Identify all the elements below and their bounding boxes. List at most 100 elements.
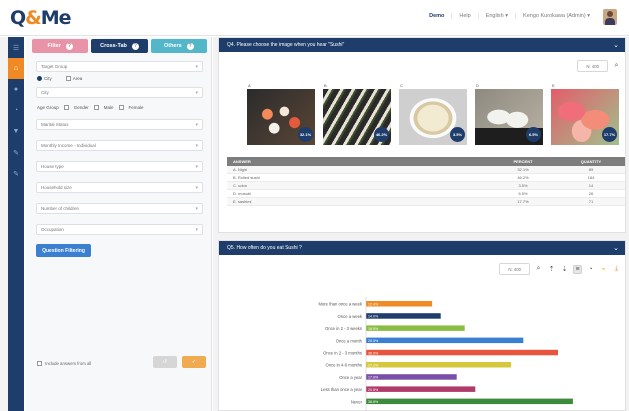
image-rolled-sushi[interactable]: B 46.2% (323, 83, 391, 145)
monthly-income-select[interactable]: Monthly Income - Individual ▾ (36, 140, 203, 151)
bar[interactable] (366, 349, 558, 356)
tab-cross-tab[interactable]: Cross-Tab? (91, 39, 148, 53)
image-udon[interactable]: C 3.5% (399, 83, 467, 145)
card-header: Q5. How often do you eat Sushi ? ⌄ (219, 241, 625, 255)
top-nav: Demo Help English ▾ Kengo Kurokawa (Admi… (422, 13, 597, 19)
search-icon[interactable]: ⌕ (612, 62, 621, 70)
cell: 17.7% (517, 199, 529, 204)
home-icon[interactable]: ⌂ (8, 58, 24, 79)
gender-checkbox[interactable] (63, 105, 69, 110)
apply-button[interactable]: ✓ (182, 356, 206, 368)
bar[interactable] (366, 398, 573, 405)
nav-demo[interactable]: Demo (422, 13, 451, 19)
chevron-down-icon[interactable]: ⌄ (613, 244, 619, 252)
category-label: Once in 2 - 3 weeks (325, 326, 362, 331)
nav-help[interactable]: Help (451, 13, 477, 19)
cell: 26 (588, 191, 594, 196)
cell: B. Rolled sushi (233, 175, 260, 180)
bar-value-label: 29.5% (368, 339, 379, 343)
chevron-down-icon: ▾ (195, 226, 198, 233)
gender-label: Gender (73, 105, 89, 110)
question-title: Q5. How often do you eat Sushi ? (227, 245, 302, 251)
bar[interactable] (366, 386, 476, 392)
line-chart-icon[interactable]: ⌁ (599, 265, 608, 273)
sort-descending-icon[interactable]: ⇣ (560, 265, 569, 273)
tab-filter[interactable]: Filter? (32, 39, 89, 53)
help-icon[interactable]: ? (131, 42, 139, 50)
category-label: Never (351, 399, 363, 404)
question-filtering-button[interactable]: Question Filtering (36, 244, 91, 257)
radio-area[interactable]: Area (65, 76, 82, 81)
checkbox (65, 76, 71, 81)
male-checkbox[interactable] (93, 105, 99, 110)
household-size-select[interactable]: Household size ▾ (36, 182, 203, 193)
bar-value-label: 36.0% (368, 351, 379, 355)
tab-others[interactable]: Others? (150, 39, 207, 53)
answers-table: ANSWER PERCENT QUANTITY A. Nigiri 32.1% 89… (227, 157, 625, 206)
question-card-q5: Q5. How often do you eat Sushi ? ⌄ N: 40… (218, 240, 626, 411)
language-dropdown[interactable]: English ▾ (477, 13, 515, 19)
image-musubi[interactable]: D 6.5% (475, 83, 543, 145)
category-label: More than once a week (318, 302, 362, 307)
card-toolbar: N: 400 ⌕ (577, 60, 621, 72)
target-group-select[interactable]: Target Group ▾ (36, 61, 203, 72)
image-label: E (552, 83, 555, 88)
bar[interactable] (366, 374, 457, 380)
number-of-children-select[interactable]: Number of children ▾ (36, 203, 203, 214)
table-row: A. Nigiri 32.1% 89 (227, 166, 625, 174)
category-label: Once in 4-6 months (325, 363, 362, 368)
cell: 184 (587, 175, 595, 180)
sort-ascending-icon[interactable]: ⇡ (547, 265, 556, 273)
chart-icon[interactable]: ◔ (8, 100, 24, 121)
pie-chart-icon[interactable]: ◔ (586, 266, 595, 273)
chevron-down-icon[interactable]: ⌄ (613, 41, 619, 49)
edit-icon[interactable]: ✎ (8, 142, 24, 163)
column-header[interactable]: PERCENT (489, 159, 557, 164)
bar-value-label: 14.0% (368, 315, 379, 319)
cell: E. sashimi (233, 199, 252, 204)
help-icon[interactable]: ? (65, 42, 73, 50)
marital-status-select[interactable]: Marital Status ▾ (36, 119, 203, 130)
bar[interactable] (366, 325, 465, 331)
female-checkbox[interactable] (118, 105, 124, 110)
category-label: Less than once a year (321, 387, 363, 392)
occupation-select[interactable]: Occupation ▾ (36, 224, 203, 235)
column-header[interactable]: QUANTITY (557, 159, 625, 164)
include-answers-option[interactable]: Include answers from all (37, 361, 91, 366)
pin-icon[interactable]: ● (8, 79, 24, 100)
radio-city[interactable]: City (37, 76, 52, 81)
bar-value-label: 27.2% (368, 364, 379, 368)
search-icon[interactable]: ⌕ (534, 265, 543, 273)
category-label: Once a month (336, 338, 363, 343)
help-icon[interactable]: ? (186, 42, 194, 50)
bar[interactable] (366, 362, 512, 368)
menu-icon[interactable]: ☰ (8, 37, 24, 58)
edit-icon-2[interactable]: ✎ (8, 163, 24, 184)
filter-tabs: Filter? Cross-Tab? Others? (26, 37, 211, 53)
checkbox[interactable] (37, 361, 42, 366)
app-logo[interactable]: Q&Me (10, 7, 72, 29)
image-nigiri[interactable]: A 32.1% (247, 83, 315, 145)
download-icon[interactable]: ⤓ (612, 265, 621, 273)
reset-button[interactable]: ↺ (153, 356, 177, 368)
cell: D. musubi (233, 191, 252, 196)
cell: 71 (588, 199, 594, 204)
answer-images: A 32.1% B 46.2% C 3.5% D 6.5% E 17.7% (247, 83, 619, 145)
age-group-label: Age Group (37, 105, 59, 110)
image-label: A (248, 83, 251, 88)
bar-chart-icon[interactable]: ≡ (573, 264, 582, 274)
image-sashimi[interactable]: E 17.7% (551, 83, 619, 145)
table-row: B. Rolled sushi 46.2% 184 (227, 174, 625, 182)
table-header: ANSWER PERCENT QUANTITY (227, 157, 625, 166)
cell: 3.5% (518, 183, 528, 188)
bar[interactable] (366, 337, 524, 344)
column-header[interactable]: ANSWER (227, 159, 489, 164)
question-title: Q4. Please choose the image when you hea… (227, 42, 345, 48)
cell: A. Nigiri (233, 167, 248, 172)
filter-icon[interactable]: ▼ (8, 121, 24, 142)
user-menu[interactable]: Kengo Kurokawa (Admin) ▾ (515, 13, 597, 19)
house-type-select[interactable]: House type ▾ (36, 161, 203, 172)
avatar[interactable] (603, 9, 617, 25)
percent-badge: 46.2% (374, 127, 389, 142)
city-select[interactable]: City ▾ (36, 87, 203, 98)
